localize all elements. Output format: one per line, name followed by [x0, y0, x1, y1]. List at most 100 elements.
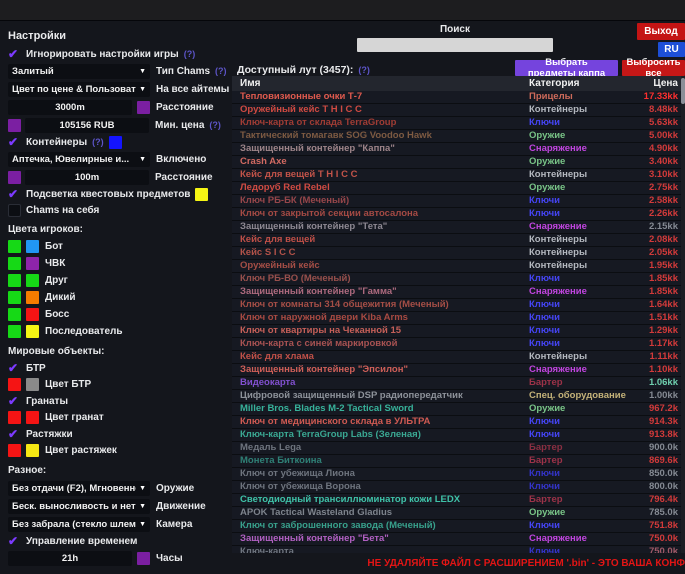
column-header-name[interactable]: Имя: [240, 76, 529, 91]
checkmark-icon[interactable]: ✔: [8, 135, 24, 149]
checkbox-row-ignore-game-settings[interactable]: ✔ Игнорировать настройки игры (?): [8, 46, 232, 62]
loot-table-row[interactable]: Ключ РБ-БК (Меченый) Ключи 2.58kk: [232, 195, 685, 208]
loot-table-row[interactable]: Тактический томагавк SOG Voodoo Hawk Ору…: [232, 130, 685, 143]
color-swatch[interactable]: [195, 188, 208, 201]
column-header-category[interactable]: Категория: [529, 76, 626, 91]
checkbox-row-time-control[interactable]: ✔ Управление временем: [8, 533, 232, 549]
loot-table-row[interactable]: Ключ от закрытой секции автосалона Ключи…: [232, 208, 685, 221]
color-swatch[interactable]: [8, 119, 21, 132]
loot-table-row[interactable]: Защищенный контейнер "Бета" Снаряжение 7…: [232, 533, 685, 546]
loot-table-row[interactable]: Crash Axe Оружие 3.40kk: [232, 156, 685, 169]
loot-table-row[interactable]: Монета Биткоина Бартер 869.6k: [232, 455, 685, 468]
color-swatch[interactable]: [8, 378, 21, 391]
checkbox-row-chams-self[interactable]: Chams на себя: [8, 202, 232, 218]
loot-table-row[interactable]: Оружейный кейс Контейнеры 1.95kk: [232, 260, 685, 273]
color-swatch[interactable]: [8, 325, 21, 338]
loot-table-row[interactable]: Тепловизионные очки Т-7 Прицелы 17.33kk: [232, 91, 685, 104]
color-swatch[interactable]: [8, 171, 21, 184]
loot-table-row[interactable]: Видеокарта Бартер 1.06kk: [232, 377, 685, 390]
loot-table-row[interactable]: Светодиодный трансиллюминатор кожи LEDX …: [232, 494, 685, 507]
enabled-filter-select[interactable]: Аптечка, Ювелирные и... ▼: [8, 152, 150, 167]
color-swatch[interactable]: [8, 308, 21, 321]
checkbox-row-quest-highlight[interactable]: ✔ Подсветка квестовых предметов: [8, 186, 232, 202]
movement-select[interactable]: Беск. выносливость и нет уста ▼: [8, 499, 150, 514]
loot-table-row[interactable]: Miller Bros. Blades M-2 Tactical Sword О…: [232, 403, 685, 416]
checkmark-icon[interactable]: ✔: [8, 187, 24, 201]
loot-table-row[interactable]: Ключ-карта с синей маркировкой Ключи 1.1…: [232, 338, 685, 351]
loot-table-row[interactable]: Кейс S I C C Контейнеры 2.05kk: [232, 247, 685, 260]
loot-table-row[interactable]: Ключ от медицинского склада в УЛЬТРА Клю…: [232, 416, 685, 429]
weapon-select[interactable]: Без отдачи (F2), Мгновенное п ▼: [8, 481, 150, 496]
checkmark-icon[interactable]: ✔: [8, 47, 24, 61]
color-swatch[interactable]: [8, 257, 21, 270]
checkmark-icon[interactable]: ✔: [8, 361, 24, 375]
color-swatch[interactable]: [26, 240, 39, 253]
distance2-input[interactable]: 100m: [25, 170, 149, 185]
loot-table-row[interactable]: Цифровой защищенный DSP радиопередатчик …: [232, 390, 685, 403]
checkbox-row-tripwires[interactable]: ✔ Растяжки: [8, 426, 232, 442]
color-swatch[interactable]: [26, 257, 39, 270]
color-swatch[interactable]: [26, 274, 39, 287]
language-button[interactable]: RU: [658, 42, 685, 57]
color-swatch[interactable]: [8, 240, 21, 253]
loot-table-row[interactable]: Ключ от комнаты 314 общежития (Меченый) …: [232, 299, 685, 312]
scrollbar-thumb[interactable]: [681, 78, 685, 104]
loot-table-row[interactable]: Защищенный контейнер "Тета" Снаряжение 2…: [232, 221, 685, 234]
color-swatch[interactable]: [26, 411, 39, 424]
min-price-input[interactable]: 105156 RUB: [25, 118, 149, 133]
loot-table-row[interactable]: Ключ от убежища Лиона Ключи 850.0k: [232, 468, 685, 481]
column-header-price[interactable]: Цена: [626, 76, 678, 91]
search-input[interactable]: [357, 38, 553, 52]
chams-type-select[interactable]: Залитый ▼: [8, 64, 150, 79]
loot-table-row[interactable]: Ключ от убежища Ворона Ключи 800.0k: [232, 481, 685, 494]
checkbox-unchecked-icon[interactable]: [8, 204, 21, 217]
color-swatch[interactable]: [8, 444, 21, 457]
loot-table-row[interactable]: Кейс для хлама Контейнеры 1.11kk: [232, 351, 685, 364]
color-swatch[interactable]: [8, 411, 21, 424]
color-swatch[interactable]: [26, 444, 39, 457]
help-icon[interactable]: (?): [215, 66, 227, 76]
color-swatch[interactable]: [26, 325, 39, 338]
loot-table-row[interactable]: Оружейный кейс T H I C C Контейнеры 8.48…: [232, 104, 685, 117]
loot-table-row[interactable]: Ледоруб Red Rebel Оружие 2.75kk: [232, 182, 685, 195]
scrollbar-track[interactable]: [681, 76, 685, 553]
color-swatch[interactable]: [26, 291, 39, 304]
loot-table-row[interactable]: Ключ-карта TerraGroup Labs (Зеленая) Клю…: [232, 429, 685, 442]
help-icon[interactable]: (?): [358, 65, 370, 75]
loot-table-row[interactable]: Медаль Lega Бартер 900.0k: [232, 442, 685, 455]
color-swatch[interactable]: [109, 136, 122, 149]
help-icon[interactable]: (?): [92, 137, 104, 147]
hours-input[interactable]: 21h: [8, 551, 132, 566]
loot-table-row[interactable]: Ключ-карта Ключи 750.0k: [232, 546, 685, 553]
color-swatch[interactable]: [26, 378, 39, 391]
distance-input[interactable]: 3000m: [8, 100, 132, 115]
loot-table-row[interactable]: Ключ РБ-ВО (Меченый) Ключи 1.85kk: [232, 273, 685, 286]
all-items-select[interactable]: Цвет по цене & Пользователь ▼: [8, 82, 150, 97]
loot-table-row[interactable]: Ключ от квартиры на Чеканной 15 Ключи 1.…: [232, 325, 685, 338]
color-swatch[interactable]: [26, 308, 39, 321]
color-swatch[interactable]: [8, 291, 21, 304]
checkbox-row-containers[interactable]: ✔ Контейнеры (?): [8, 134, 232, 150]
loot-table-row[interactable]: Защищенный контейнер "Эпсилон" Снаряжени…: [232, 364, 685, 377]
help-icon[interactable]: (?): [184, 49, 196, 59]
loot-table-row[interactable]: Защищенный контейнер "Гамма" Снаряжение …: [232, 286, 685, 299]
help-icon[interactable]: (?): [209, 120, 221, 130]
color-swatch[interactable]: [137, 101, 150, 114]
checkmark-icon[interactable]: ✔: [8, 534, 24, 548]
loot-table-row[interactable]: APOK Tactical Wasteland Gladius Оружие 7…: [232, 507, 685, 520]
loot-table-row[interactable]: Кейс для вещей Контейнеры 2.08kk: [232, 234, 685, 247]
exit-button[interactable]: Выход: [637, 23, 685, 40]
loot-table-row[interactable]: Ключ-карта от склада TerraGroup Ключи 5.…: [232, 117, 685, 130]
loot-table-row[interactable]: Защищенный контейнер "Каппа" Снаряжение …: [232, 143, 685, 156]
loot-table-row[interactable]: Ключ от наружной двери Kiba Arms Ключи 1…: [232, 312, 685, 325]
color-swatch[interactable]: [137, 552, 150, 565]
loot-table-row[interactable]: Кейс для вещей T H I C C Контейнеры 3.10…: [232, 169, 685, 182]
loot-table-row[interactable]: Ключ от заброшенного завода (Меченый) Кл…: [232, 520, 685, 533]
color-swatch[interactable]: [8, 274, 21, 287]
checkmark-icon[interactable]: ✔: [8, 394, 24, 408]
checkbox-row-btr[interactable]: ✔ БТР: [8, 360, 232, 376]
camera-select[interactable]: Без забрала (стекло шлема) ▼: [8, 517, 150, 532]
checkmark-icon[interactable]: ✔: [8, 427, 24, 441]
checkbox-row-grenades[interactable]: ✔ Гранаты: [8, 393, 232, 409]
discard-all-button[interactable]: Выбросить все: [622, 60, 685, 76]
